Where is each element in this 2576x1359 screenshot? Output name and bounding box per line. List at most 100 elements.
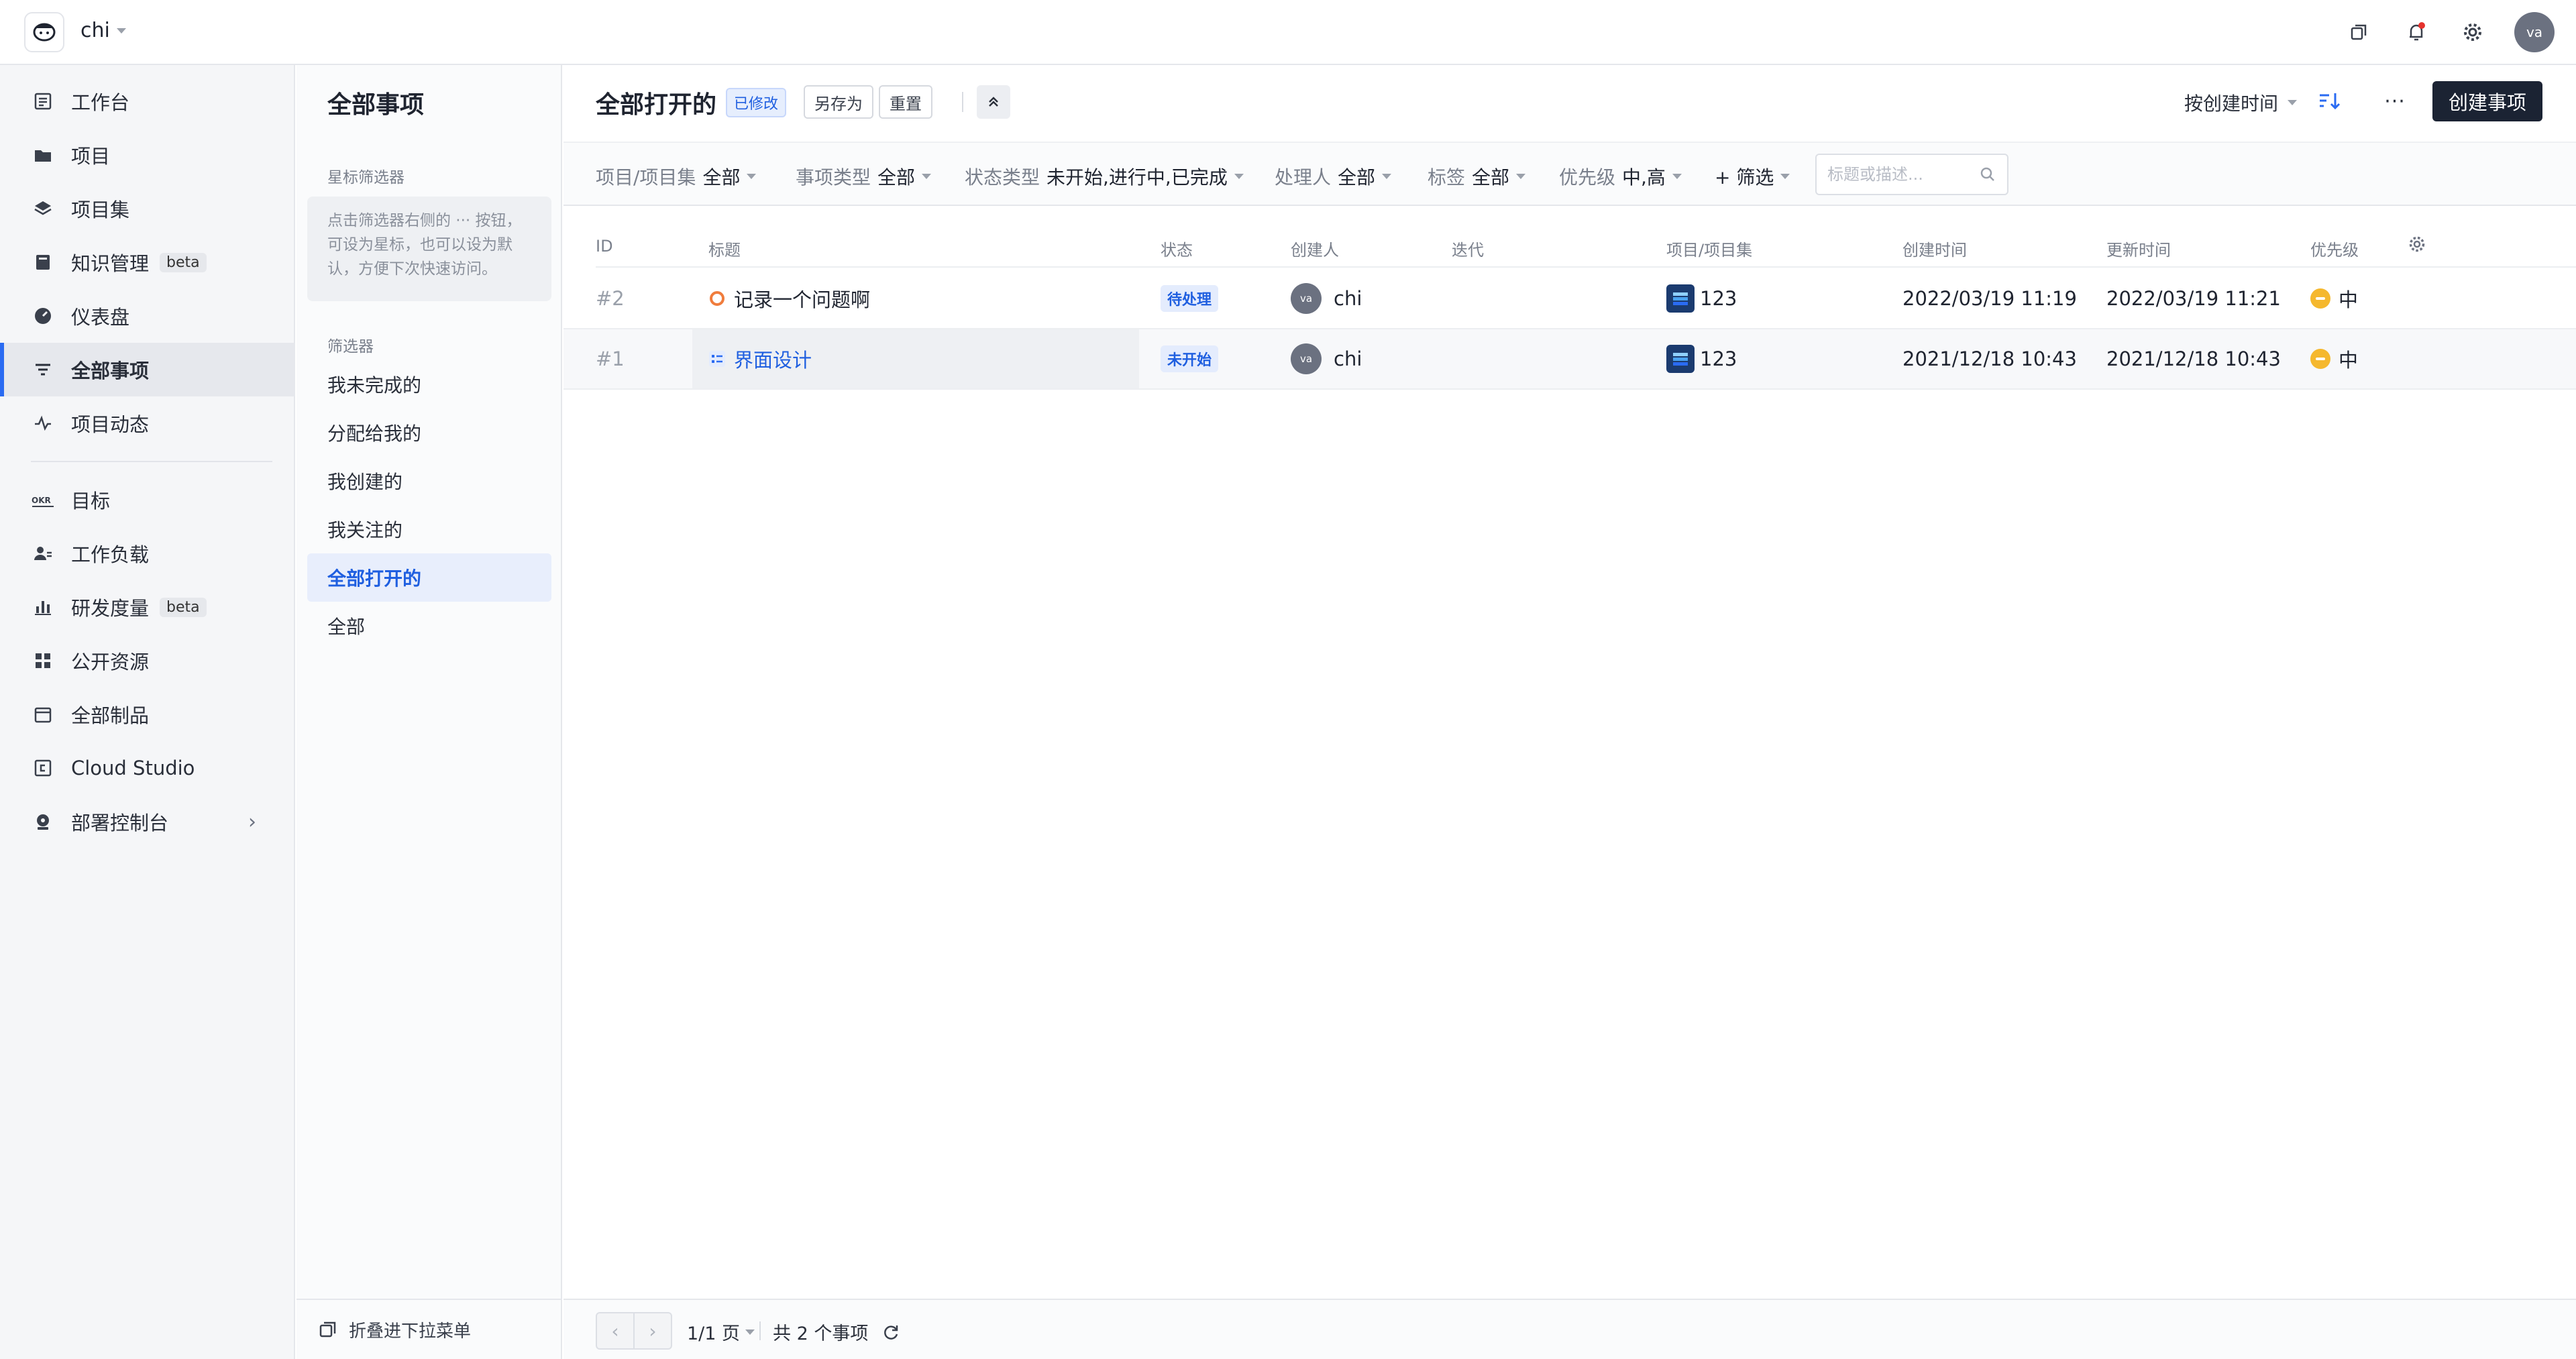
column-header-status[interactable]: 状态 — [1161, 237, 1193, 260]
column-header-id[interactable]: ID — [596, 237, 613, 256]
avatar: va — [1291, 343, 1322, 374]
nav-item-deploy-console[interactable]: 部署控制台 › — [0, 795, 295, 849]
layers-icon — [31, 197, 55, 221]
sort-direction-button[interactable] — [2314, 87, 2344, 116]
nav-label: 工作负载 — [71, 543, 150, 566]
row-project-cell[interactable]: 123 — [1666, 269, 1737, 328]
filter-panel-title: 全部事项 — [327, 91, 425, 119]
filter-chip-status-type[interactable]: 状态类型 未开始,进行中,已完成 — [965, 163, 1244, 190]
team-switcher[interactable]: chi — [80, 19, 126, 42]
creator-name: chi — [1334, 347, 1362, 370]
collapse-header-button[interactable] — [977, 85, 1010, 119]
filter-chip-key: 处理人 — [1275, 166, 1332, 188]
filter-item-my-incomplete[interactable]: 我未完成的 — [307, 360, 551, 409]
table-header: ID 标题 状态 创建人 迭代 项目/项目集 创建时间 更新时间 优先级 — [596, 225, 2576, 268]
filter-item-assigned-to-me[interactable]: 分配给我的 — [307, 409, 551, 457]
search-input[interactable] — [1827, 165, 1979, 184]
chevron-down-icon — [747, 174, 757, 179]
filter-chip-key: 事项类型 — [796, 166, 871, 188]
nav-item-dashboard[interactable]: 仪表盘 — [0, 289, 295, 343]
row-priority-cell[interactable]: 中 — [2310, 329, 2358, 388]
left-nav: 工作台 项目 项目集 知识管理 beta 仪表盘 全部事项 项目动态 OKR 目… — [0, 65, 295, 1359]
status-badge[interactable]: 未开始 — [1161, 345, 1219, 372]
filter-chip-key: 项目/项目集 — [596, 166, 696, 188]
more-options-button[interactable]: ··· — [2380, 87, 2410, 116]
row-status-cell: 待处理 — [1161, 269, 1219, 328]
refresh-icon[interactable] — [881, 1323, 900, 1342]
filter-item-watching[interactable]: 我关注的 — [307, 505, 551, 553]
filter-chip-label[interactable]: 标签 全部 — [1428, 163, 1526, 190]
row-title[interactable]: 记录一个问题啊 — [734, 284, 870, 313]
workload-icon — [31, 541, 55, 565]
filter-chip-key: 标签 — [1428, 166, 1466, 188]
nav-item-artifacts[interactable]: 全部制品 — [0, 688, 295, 741]
filters-section-label: 筛选器 — [327, 338, 374, 356]
row-title[interactable]: 界面设计 — [734, 345, 812, 373]
column-header-creator[interactable]: 创建人 — [1291, 237, 1339, 260]
view-title: 全部打开的 — [596, 91, 717, 119]
page-select[interactable]: 1/1 页 — [687, 1319, 755, 1345]
create-issue-button[interactable]: 创建事项 — [2432, 81, 2542, 121]
project-icon — [1666, 284, 1695, 313]
row-creator-cell: va chi — [1291, 269, 1362, 328]
toolbar-divider — [962, 92, 963, 112]
filter-item-all[interactable]: 全部 — [307, 602, 551, 650]
status-badge[interactable]: 待处理 — [1161, 285, 1219, 312]
sort-by-dropdown[interactable]: 按创建时间 — [2184, 89, 2297, 116]
nav-item-activity[interactable]: 项目动态 — [0, 396, 295, 450]
nav-label: 研发度量 — [71, 597, 150, 620]
reset-button[interactable]: 重置 — [879, 85, 932, 119]
column-header-project[interactable]: 项目/项目集 — [1666, 237, 1752, 260]
filter-chip-assignee[interactable]: 处理人 全部 — [1275, 163, 1392, 190]
column-settings-gear-icon[interactable] — [2407, 234, 2427, 254]
nav-item-okr[interactable]: OKR 目标 — [0, 473, 295, 527]
filter-chip-priority[interactable]: 优先级 中,高 — [1559, 163, 1682, 190]
search-field[interactable] — [1815, 154, 2008, 195]
gear-icon[interactable] — [2459, 19, 2486, 46]
filter-bar: 项目/项目集 全部 事项类型 全部 状态类型 未开始,进行中,已完成 处理人 全… — [564, 142, 2576, 206]
sort-descending-icon — [2317, 89, 2341, 113]
nav-item-public-resources[interactable]: 公开资源 — [0, 634, 295, 688]
nav-item-projects[interactable]: 项目 — [0, 128, 295, 182]
column-header-created[interactable]: 创建时间 — [1902, 237, 1967, 260]
filter-chip-key: 状态类型 — [965, 166, 1040, 188]
table-row[interactable]: #1 界面设计 未开始 va chi 123 2021/12/18 10:43 … — [564, 329, 2576, 390]
row-project-cell[interactable]: 123 — [1666, 329, 1737, 388]
nav-label: 项目动态 — [71, 413, 150, 436]
creator-name: chi — [1334, 287, 1362, 310]
prev-page-button[interactable]: ‹ — [596, 1312, 635, 1350]
save-as-button[interactable]: 另存为 — [804, 85, 873, 119]
filter-chip-value: 未开始,进行中,已完成 — [1046, 166, 1228, 188]
team-name: chi — [80, 19, 110, 42]
nav-item-knowledge[interactable]: 知识管理 beta — [0, 235, 295, 289]
row-title-cell[interactable]: 记录一个问题啊 — [708, 269, 870, 328]
column-header-priority[interactable]: 优先级 — [2310, 237, 2359, 260]
total-label: 共 2 个事项 — [773, 1323, 869, 1344]
add-filter-button[interactable]: + 筛选 — [1715, 163, 1790, 190]
nav-item-workload[interactable]: 工作负载 — [0, 527, 295, 580]
row-title-cell[interactable]: 界面设计 — [708, 329, 812, 388]
nav-item-workbench[interactable]: 工作台 — [0, 74, 295, 128]
nav-item-metrics[interactable]: 研发度量 beta — [0, 580, 295, 634]
nav-item-cloud-studio[interactable]: Cloud Studio — [0, 741, 295, 795]
filter-chip-project[interactable]: 项目/项目集 全部 — [596, 163, 757, 190]
column-header-iteration[interactable]: 迭代 — [1452, 237, 1484, 260]
bell-icon[interactable] — [2403, 19, 2430, 46]
collapse-to-dropdown-button[interactable]: 折叠进下拉菜单 — [297, 1299, 562, 1359]
column-header-title[interactable]: 标题 — [708, 237, 741, 260]
filter-item-all-open[interactable]: 全部打开的 — [307, 553, 551, 602]
column-header-updated[interactable]: 更新时间 — [2106, 237, 2171, 260]
user-avatar[interactable]: va — [2514, 12, 2555, 52]
table-row[interactable]: #2 记录一个问题啊 待处理 va chi 123 2022/03/19 11:… — [564, 269, 2576, 329]
requirement-icon — [708, 350, 726, 368]
nav-item-program[interactable]: 项目集 — [0, 182, 295, 235]
filter-chip-issue-type[interactable]: 事项类型 全部 — [796, 163, 932, 190]
coding-logo-icon[interactable] — [24, 12, 64, 52]
priority-medium-icon — [2310, 349, 2330, 369]
window-icon[interactable] — [2345, 19, 2372, 46]
nav-item-all-issues[interactable]: 全部事项 — [0, 343, 295, 396]
next-page-button[interactable]: › — [633, 1312, 672, 1350]
row-priority-cell[interactable]: 中 — [2310, 269, 2358, 328]
filter-item-created-by-me[interactable]: 我创建的 — [307, 457, 551, 505]
nav-label: 工作台 — [71, 91, 130, 114]
